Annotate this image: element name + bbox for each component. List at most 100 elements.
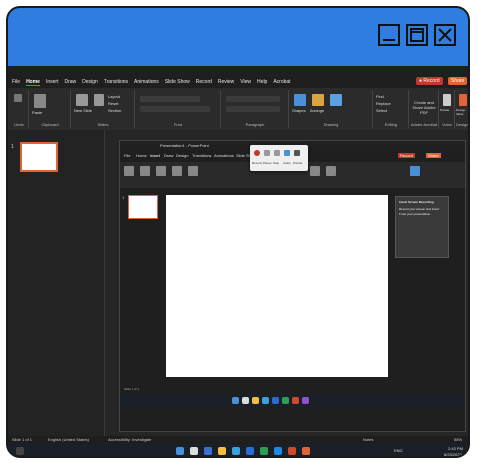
zoom-level[interactable]: 58%: [454, 437, 462, 442]
inner-tab-file[interactable]: File: [124, 153, 130, 158]
replace-button[interactable]: Replace: [376, 101, 391, 106]
close-icon: [438, 28, 452, 42]
close-button[interactable]: [434, 24, 456, 46]
tab-draw[interactable]: Draw: [64, 79, 76, 85]
pointer-icon[interactable]: [294, 150, 300, 156]
tooltip-line1: Record your screen and insert: [399, 207, 440, 211]
font-name-dropdown[interactable]: [140, 96, 200, 102]
inner-tab-draw[interactable]: Draw: [164, 153, 173, 158]
share-button[interactable]: Share: [448, 77, 468, 85]
reset-label[interactable]: Reset: [108, 101, 118, 106]
paste-icon[interactable]: [34, 94, 46, 108]
start-icon[interactable]: [176, 447, 184, 455]
group-editing: Find Replace Select Editing: [374, 90, 409, 128]
edge-icon[interactable]: [232, 447, 240, 455]
slide-editor-area: Presentation1 - PowerPoint File Home Ins…: [105, 130, 468, 436]
inner-tab-insert[interactable]: Insert: [150, 153, 160, 158]
status-language[interactable]: English (United States): [48, 437, 89, 442]
slide-canvas[interactable]: [166, 195, 388, 377]
pause-icon[interactable]: [264, 150, 270, 156]
windows-taskbar: ENG 2:43 PM 8/23/2022: [8, 444, 468, 456]
tab-insert[interactable]: Insert: [46, 79, 59, 85]
group-paragraph: Paragraph: [222, 90, 289, 128]
record-icon[interactable]: [254, 150, 260, 156]
maximize-icon: [410, 28, 424, 42]
minimize-button[interactable]: [378, 24, 400, 46]
record-button[interactable]: ● Record: [416, 77, 443, 85]
group-label-voice: Voice: [442, 122, 452, 127]
inner-text-icon: [310, 166, 320, 176]
shapes-label: Shapes: [292, 108, 306, 113]
status-accessibility[interactable]: Accessibility: Investigate: [108, 437, 151, 442]
font-format-toolbar[interactable]: [140, 106, 210, 112]
group-label-designer: Designer: [456, 122, 469, 127]
inner-tab-design[interactable]: Design: [176, 153, 188, 158]
task-view-icon[interactable]: [204, 447, 212, 455]
maximize-button[interactable]: [406, 24, 428, 46]
design-ideas-label: Design Ideas: [456, 108, 466, 116]
group-designer: Design Ideas Designer: [456, 90, 469, 128]
search-icon[interactable]: [190, 447, 198, 455]
undo-icon[interactable]: [14, 94, 22, 102]
tab-review[interactable]: Review: [218, 79, 234, 85]
recorder-pointer-label: Pointer: [293, 161, 303, 165]
inner-share-button[interactable]: Share: [426, 153, 441, 158]
inner-tab-animations[interactable]: Animations: [214, 153, 234, 158]
group-slides: New Slide Layout Reset Section Slides: [72, 90, 135, 128]
slide-thumbnail[interactable]: [20, 142, 58, 172]
clock-time[interactable]: 2:43 PM: [448, 446, 463, 451]
stop-icon[interactable]: [274, 150, 280, 156]
app-icon[interactable]: [302, 447, 310, 455]
inner-window-title: Presentation1 - PowerPoint: [160, 143, 209, 148]
tab-transitions[interactable]: Transitions: [104, 79, 128, 85]
weather-icon[interactable]: [16, 447, 24, 455]
quick-styles-icon[interactable]: [330, 94, 342, 106]
powerpoint-icon[interactable]: [288, 447, 296, 455]
new-slide-icon[interactable]: [76, 94, 88, 106]
reuse-slides-icon[interactable]: [94, 94, 104, 106]
design-ideas-icon[interactable]: [459, 94, 467, 106]
tab-design[interactable]: Design: [82, 79, 98, 85]
inner-screen-recording-icon: [410, 166, 420, 176]
inner-excel-icon: [282, 397, 289, 404]
status-slide-count: Slide 1 of 1: [12, 437, 33, 442]
tab-acrobat[interactable]: Acrobat: [273, 79, 290, 85]
audio-icon[interactable]: [284, 150, 290, 156]
tab-view[interactable]: View: [240, 79, 251, 85]
inner-symbols-icon: [326, 166, 336, 176]
arrange-icon[interactable]: [312, 94, 324, 106]
group-adobe-acrobat: Create and Share Adobe PDF Adobe Acrobat: [410, 90, 439, 128]
create-share-pdf-button[interactable]: Create and Share Adobe PDF: [411, 100, 437, 115]
tab-file[interactable]: File: [12, 79, 20, 85]
recorder-pause-label: Pause: [263, 161, 272, 165]
word-icon[interactable]: [246, 447, 254, 455]
tab-slide-show[interactable]: Slide Show: [165, 79, 190, 85]
inner-tab-home[interactable]: Home: [136, 153, 147, 158]
app-window: File Home Insert Draw Design Transitions…: [6, 6, 470, 458]
shapes-icon[interactable]: [294, 94, 306, 106]
notes-button[interactable]: Notes: [363, 437, 373, 442]
group-label-drawing: Drawing: [323, 122, 339, 127]
paragraph-toolbar[interactable]: [226, 96, 280, 102]
excel-icon[interactable]: [260, 447, 268, 455]
microphone-icon[interactable]: [443, 94, 451, 106]
tab-home[interactable]: Home: [26, 79, 40, 86]
select-button[interactable]: Select: [376, 108, 387, 113]
alignment-toolbar[interactable]: [226, 106, 280, 112]
inner-tab-transitions[interactable]: Transitions: [192, 153, 211, 158]
group-label-editing: Editing: [384, 122, 398, 127]
tab-record[interactable]: Record: [196, 79, 212, 85]
outlook-icon[interactable]: [274, 447, 282, 455]
language-indicator[interactable]: ENG: [394, 448, 403, 453]
layout-label[interactable]: Layout: [108, 94, 120, 99]
tab-help[interactable]: Help: [257, 79, 267, 85]
tab-animations[interactable]: Animations: [134, 79, 159, 85]
find-button[interactable]: Find: [376, 94, 384, 99]
section-label[interactable]: Section: [108, 108, 121, 113]
clock-date[interactable]: 8/23/2022: [444, 452, 462, 456]
file-explorer-icon[interactable]: [218, 447, 226, 455]
inner-record-button[interactable]: Record: [398, 153, 415, 158]
paste-label: Paste: [32, 110, 43, 115]
inner-taskbar: [120, 394, 465, 408]
screen-recorder-toolbar: Record Pause Stop Audio Pointer: [250, 145, 308, 171]
